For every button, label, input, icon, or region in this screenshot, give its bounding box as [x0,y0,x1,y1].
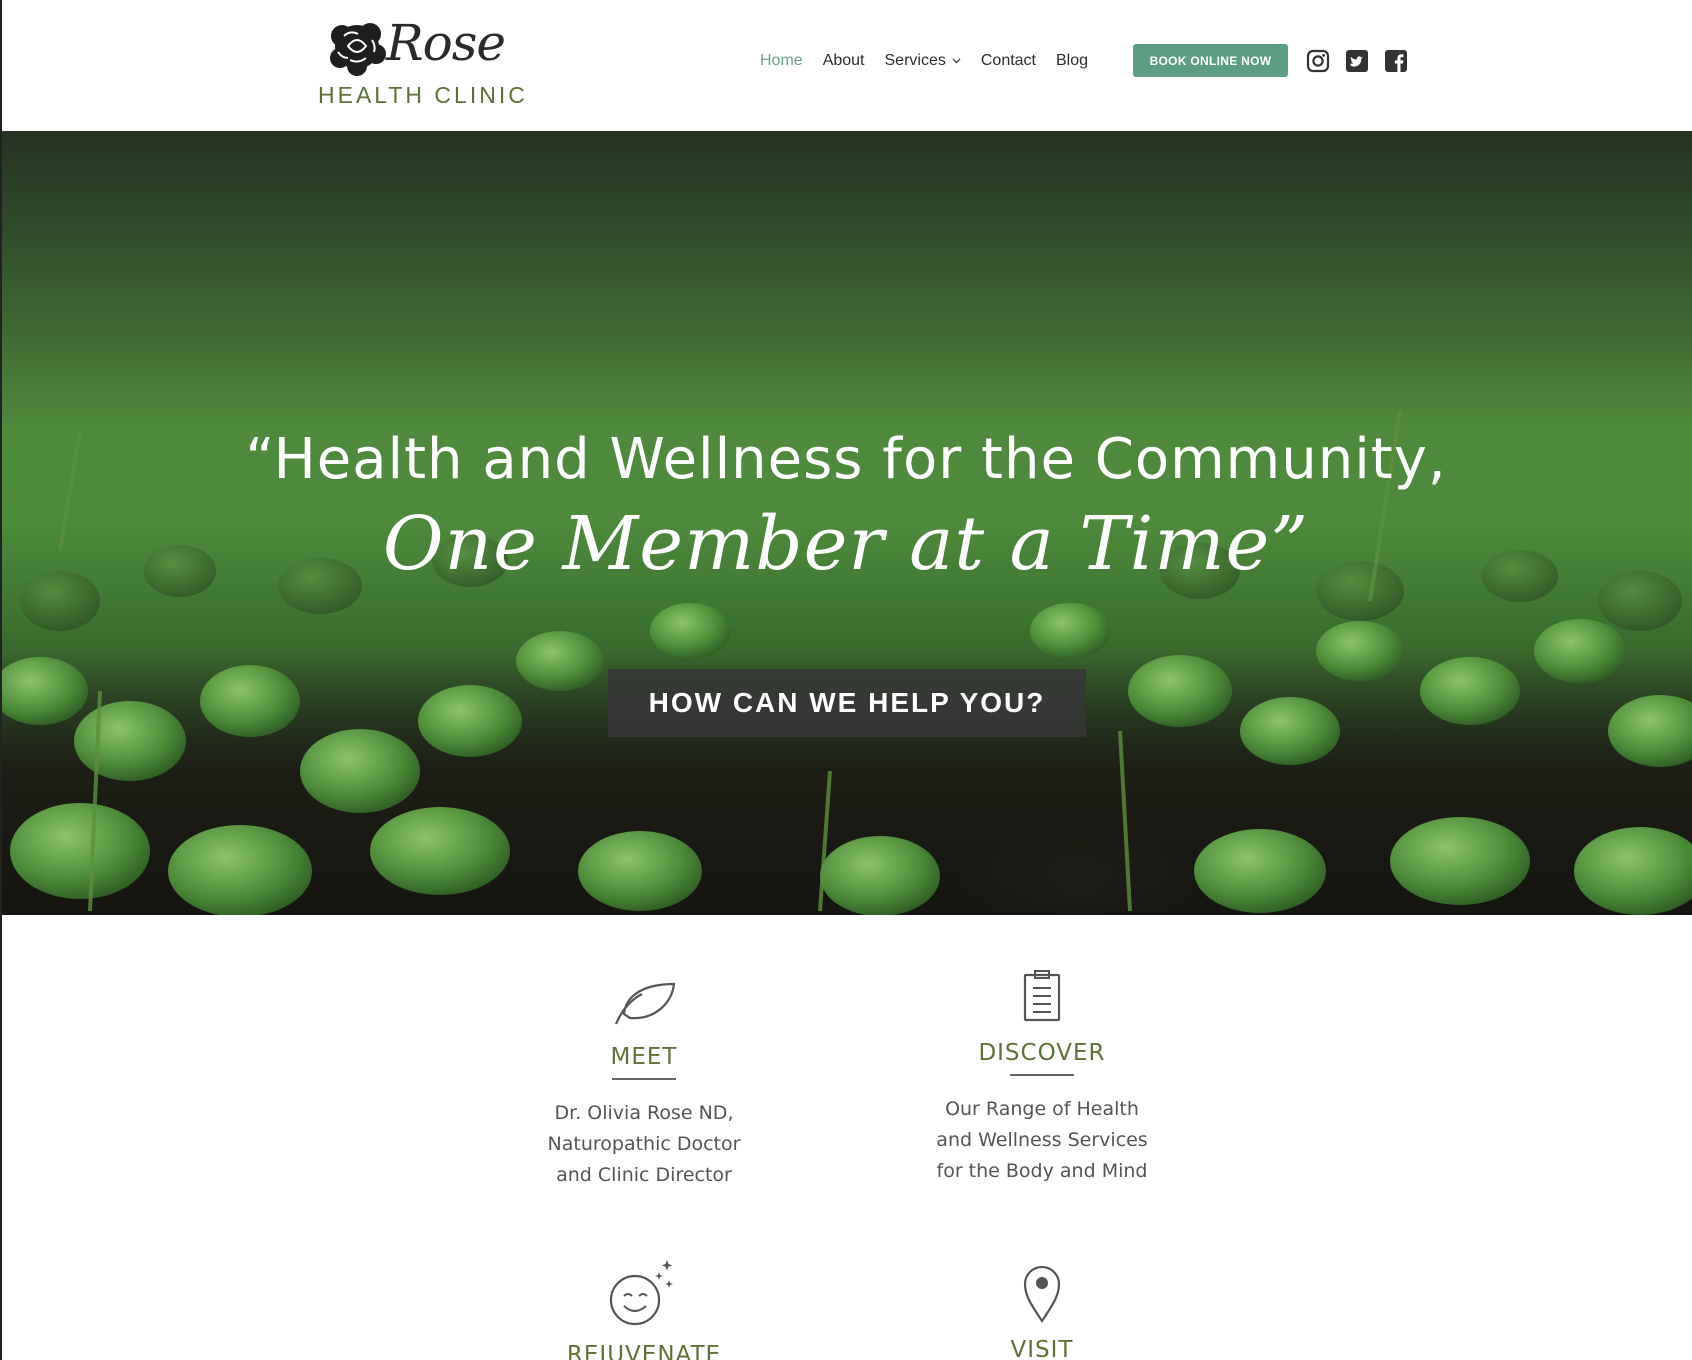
nav-item-contact[interactable]: Contact [981,52,1036,70]
feature-discover[interactable]: DISCOVER Our Range of Health and Wellnes… [912,970,1172,1187]
rose-logo-icon [330,23,386,76]
map-pin-icon [1023,1265,1061,1323]
feature-title: DISCOVER [978,1040,1106,1066]
hero-quote-line-1: “Health and Wellness for the Community, [245,427,1447,492]
smile-sparkle-icon [609,1260,673,1326]
facebook-icon[interactable] [1384,49,1408,73]
feature-description: Dr. Olivia Rose ND, Naturopathic Doctor … [547,1102,741,1186]
feature-title: VISIT [1010,1337,1074,1360]
hero-banner: “Health and Wellness for the Community, … [0,131,1692,915]
window-left-border [0,0,2,1360]
nav-item-home[interactable]: Home [760,52,803,70]
leaf-icon [614,982,676,1025]
nav-item-services[interactable]: Services [885,52,961,70]
twitter-icon[interactable] [1345,49,1369,73]
logo-subtitle: HEALTH CLINIC [318,82,528,108]
feature-underline [1010,1074,1074,1076]
feature-visit[interactable]: VISIT [912,1265,1172,1360]
how-can-we-help-button[interactable]: HOW CAN WE HELP YOU? [608,669,1086,737]
book-online-button[interactable]: BOOK ONLINE NOW [1133,44,1288,77]
hero-quote-line-2: One Member at a Time” [382,501,1310,587]
feature-title: MEET [610,1044,678,1070]
nav-item-blog[interactable]: Blog [1056,52,1088,70]
feature-rejuvenate[interactable]: REJUVENATE [514,1258,774,1360]
feature-description: Our Range of Health and Wellness Service… [936,1098,1148,1182]
clipboard-icon [1023,970,1061,1022]
site-header: Rose HEALTH CLINIC Home About Services C… [0,0,1692,131]
instagram-icon[interactable] [1306,49,1330,73]
feature-title: REJUVENATE [566,1342,722,1360]
feature-underline [612,1078,676,1080]
feature-meet[interactable]: MEET Dr. Olivia Rose ND, Naturopathic Do… [514,980,774,1191]
main-nav: Home About Services Contact Blog [760,44,1108,78]
logo-script-word: Rose [386,14,506,72]
chevron-down-icon [952,56,961,67]
logo[interactable]: Rose HEALTH CLINIC [316,14,525,108]
nav-item-about[interactable]: About [823,52,865,70]
nav-item-services-label: Services [884,52,946,69]
